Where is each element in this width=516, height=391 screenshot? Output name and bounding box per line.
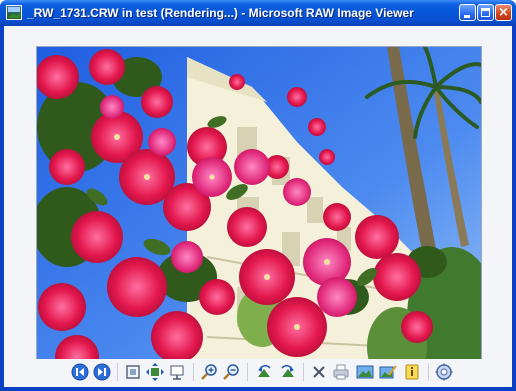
- copy-to-button[interactable]: [355, 362, 375, 382]
- close-icon: ×: [498, 5, 509, 20]
- toolbar-separator: [193, 363, 194, 381]
- print-icon: [333, 364, 349, 380]
- previous-button[interactable]: [70, 362, 90, 382]
- next-icon: [93, 363, 111, 381]
- toolbar-separator: [117, 363, 118, 381]
- actual-size-button[interactable]: [123, 362, 143, 382]
- rotate-right-icon: [281, 365, 294, 377]
- zoom-out-icon: [223, 364, 239, 380]
- delete-button[interactable]: [309, 362, 329, 382]
- toolbar-separator: [428, 363, 429, 381]
- rotate-right-button[interactable]: [277, 362, 297, 382]
- toolbar-separator: [303, 363, 304, 381]
- next-button[interactable]: [92, 362, 112, 382]
- actual-size-icon: [126, 365, 140, 379]
- rotate-left-icon: [258, 365, 271, 377]
- zoom-in-button[interactable]: [199, 362, 219, 382]
- copy-to-icon: [356, 365, 374, 379]
- window-border-right: [512, 26, 516, 391]
- title-bar[interactable]: _RW_1731.CRW in test (Rendering...) - Mi…: [0, 0, 516, 26]
- print-button[interactable]: [331, 362, 351, 382]
- photo-display[interactable]: [36, 46, 482, 380]
- maximize-icon: [481, 8, 490, 17]
- close-button[interactable]: ×: [495, 4, 512, 21]
- window-title: _RW_1731.CRW in test (Rendering...) - Mi…: [27, 6, 414, 20]
- rotate-left-button[interactable]: [255, 362, 275, 382]
- window-border-bottom: [0, 387, 516, 391]
- viewer-client-area: [4, 26, 512, 387]
- viewer-toolbar: [4, 359, 512, 387]
- slideshow-icon: [170, 365, 184, 380]
- fit-to-window-button[interactable]: [145, 362, 165, 382]
- app-window: _RW_1731.CRW in test (Rendering...) - Mi…: [0, 0, 516, 391]
- delete-icon: [313, 366, 325, 378]
- zoom-in-icon: [201, 364, 217, 380]
- minimize-button[interactable]: [459, 4, 476, 21]
- photo-image: [37, 47, 481, 379]
- previous-icon: [71, 363, 89, 381]
- minimize-icon: [464, 15, 470, 18]
- maximize-button[interactable]: [477, 4, 494, 21]
- help-button[interactable]: [434, 362, 454, 382]
- info-icon: [405, 364, 419, 380]
- raw-viewer-app-icon[interactable]: [6, 5, 22, 20]
- info-button[interactable]: [402, 362, 422, 382]
- edit-button[interactable]: [378, 362, 398, 382]
- help-icon: [435, 363, 453, 381]
- toolbar-separator: [247, 363, 248, 381]
- fit-window-icon: [146, 363, 164, 381]
- slideshow-button[interactable]: [167, 362, 187, 382]
- edit-icon: [379, 365, 397, 379]
- zoom-out-button[interactable]: [221, 362, 241, 382]
